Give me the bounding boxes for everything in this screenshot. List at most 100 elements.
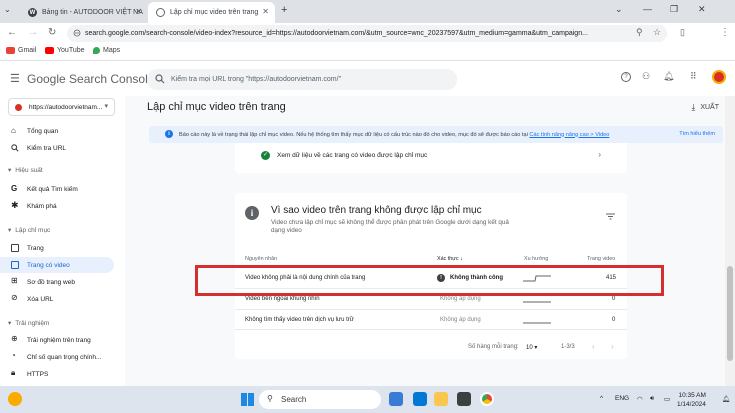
close-window-icon[interactable]: ✕ — [698, 4, 706, 15]
language-indicator[interactable]: ENG — [615, 395, 629, 402]
page-title: Lập chỉ mục video trên trang — [147, 101, 286, 113]
close-icon[interactable]: ✕ — [135, 7, 142, 16]
bookmark-gmail[interactable]: Gmail — [6, 47, 36, 54]
rows-per-page-label: Số hàng mỗi trang: — [468, 344, 519, 350]
property-selector[interactable]: https://autodoorvietnam... ▾ — [8, 98, 115, 116]
export-button[interactable]: ⤓ XUẤT — [691, 102, 719, 113]
sidebar-item-overview[interactable]: ⌂ Tổng quan — [0, 123, 114, 139]
table-row[interactable]: Không tìm thấy video trên dịch vụ lưu tr… — [235, 309, 627, 330]
app-icon[interactable] — [389, 392, 403, 406]
sidebar: https://autodoorvietnam... ▾ ⌂ Tổng quan… — [0, 96, 125, 386]
terminal-icon[interactable] — [457, 392, 471, 406]
sidebar-item-url-inspection[interactable]: Kiểm tra URL — [0, 140, 114, 156]
col-trend[interactable]: Xu hướng — [524, 256, 548, 262]
users-settings-icon[interactable]: ⚇ — [642, 71, 650, 82]
back-icon[interactable]: ← — [7, 27, 17, 38]
rows-per-page-select[interactable]: 10 ▾ — [526, 344, 537, 351]
gsc-logo[interactable]: Google Search Console — [27, 72, 154, 86]
section-experience[interactable]: ▾ Trải nghiệm — [8, 319, 49, 328]
close-icon[interactable]: ✕ — [262, 7, 269, 16]
sidebar-item-video-pages[interactable]: Trang có video — [0, 257, 114, 273]
sidebar-item-https[interactable]: 🔒︎ HTTPS — [0, 366, 114, 382]
battery-icon[interactable]: ▭ — [664, 395, 670, 403]
chevron-down-icon: ▾ — [8, 320, 12, 327]
wifi-icon[interactable]: ◠ — [637, 395, 643, 403]
bookmark-youtube[interactable]: YouTube — [45, 47, 85, 54]
filter-icon[interactable] — [606, 213, 615, 220]
menu-dots-icon[interactable]: ⋮ — [720, 27, 730, 38]
bookmarks-bar: Gmail YouTube Maps — [0, 44, 735, 61]
chevron-down-icon: ▾ — [8, 167, 12, 174]
notification-bell-icon[interactable]: 🔔︎ — [722, 395, 730, 403]
weather-widget-icon[interactable] — [8, 392, 22, 406]
restore-icon[interactable]: ❐ — [670, 4, 678, 15]
info-icon: i — [245, 206, 259, 220]
indexed-videos-card[interactable]: ✓ Xem dữ liệu về các trang có video được… — [235, 143, 627, 173]
tray-chevron-icon[interactable]: ^ — [600, 395, 603, 402]
learn-more-link[interactable]: Tìm hiểu thêm — [679, 131, 715, 137]
search-icon[interactable]: ⚲ — [636, 27, 643, 38]
prev-page-icon[interactable]: ‹ — [592, 342, 595, 351]
sidebar-item-page-experience[interactable]: ⊕ Trải nghiệm trên trang — [0, 332, 114, 348]
volume-icon[interactable]: 🔊︎ — [650, 395, 654, 403]
highlight-box — [195, 265, 664, 296]
taskbar-search[interactable]: ⚲ Search — [259, 390, 381, 409]
next-page-icon[interactable]: › — [611, 342, 614, 351]
dropdown-arrow-icon: ▾ — [104, 103, 108, 110]
bookmark-maps[interactable]: Maps — [93, 47, 120, 54]
col-videos[interactable]: Trang video — [587, 256, 615, 262]
help-icon[interactable]: ? — [621, 72, 631, 82]
info-link[interactable]: Các tính năng nâng cao > Video — [529, 132, 609, 138]
store-icon[interactable] — [413, 392, 427, 406]
chevron-down-icon[interactable]: ⌄ — [615, 4, 623, 15]
sitemap-icon: ⊞ — [11, 276, 18, 285]
notifications-icon[interactable]: 🔔︎ — [663, 71, 674, 82]
sidebar-item-core-web-vitals[interactable]: ◔ Chỉ số quan trọng chính... — [0, 349, 114, 365]
sidebar-item-pages[interactable]: Trang — [0, 240, 114, 256]
url-inspect-search[interactable]: Kiểm tra mọi URL trong "https://autodoor… — [147, 69, 457, 90]
sidebar-item-sitemaps[interactable]: ⊞ Sơ đồ trang web — [0, 274, 114, 290]
reload-icon[interactable]: ↻ — [48, 27, 56, 38]
section-performance[interactable]: ▾ Hiệu suất — [8, 166, 43, 175]
forward-icon[interactable]: → — [28, 27, 38, 38]
wordpress-icon: W — [28, 8, 37, 17]
tab-search-console[interactable]: Lập chỉ mục video trên trang ✕ — [148, 2, 275, 23]
globe-icon — [15, 104, 22, 111]
main-content: Lập chỉ mục video trên trang ⤓ XUẤT i Bá… — [125, 96, 725, 386]
card-title: Vì sao video trên trang không được lập c… — [271, 205, 482, 216]
search-placeholder: Kiểm tra mọi URL trong "https://autodoor… — [171, 76, 342, 83]
asterisk-icon: ✱ — [11, 200, 19, 210]
windows-start-icon[interactable] — [241, 393, 254, 406]
address-bar[interactable]: search.google.com/search-console/video-i… — [67, 25, 667, 42]
chevron-down-icon: ▾ — [8, 227, 12, 234]
section-indexing[interactable]: ▾ Lập chỉ mục — [8, 226, 50, 235]
new-tab-icon[interactable]: + — [281, 4, 287, 16]
sidebar-item-search-results[interactable]: G Kết quả Tìm kiếm — [0, 181, 114, 197]
account-avatar[interactable] — [712, 70, 726, 84]
file-explorer-icon[interactable] — [434, 392, 448, 406]
bookmark-star-icon[interactable]: ☆ — [653, 27, 661, 38]
clock[interactable]: 10:35 AM 1/14/2024 — [677, 391, 706, 409]
indexed-videos-text: Xem dữ liệu về các trang có video được l… — [277, 152, 428, 159]
sidebar-item-discover[interactable]: ✱ Khám phá — [0, 198, 114, 214]
tab-autodoor[interactable]: W Bảng tin - AUTODOOR VIỆT NA ✕ — [20, 2, 148, 23]
search-icon — [155, 74, 165, 84]
page-scrollbar[interactable] — [725, 96, 735, 386]
hamburger-menu-icon[interactable]: ☰ — [10, 72, 20, 85]
col-validation[interactable]: Xác thực ↓ — [437, 256, 463, 262]
page-experience-icon: ⊕ — [11, 334, 18, 343]
apps-icon[interactable]: ⠿ — [690, 71, 697, 82]
scrollbar-thumb[interactable] — [727, 266, 733, 361]
site-info-icon[interactable] — [73, 29, 81, 37]
sidepanel-icon[interactable]: ▯ — [680, 27, 685, 38]
gmail-icon — [6, 47, 15, 54]
col-reason[interactable]: Nguyên nhân — [245, 256, 277, 262]
sidebar-item-removals[interactable]: ⊘ Xóa URL — [0, 291, 114, 307]
page-range: 1-3/3 — [561, 344, 575, 350]
chrome-icon[interactable] — [480, 392, 494, 406]
minimize-icon[interactable]: — — [643, 4, 652, 14]
windows-taskbar: ⚲ Search ^ ENG ◠ 🔊︎ ▭ 10:35 AM 1/14/2024… — [0, 386, 735, 413]
tab-list-icon[interactable]: ⌄ — [4, 5, 11, 14]
gauge-icon: ◔ — [11, 351, 16, 360]
google-g-icon: G — [11, 184, 18, 193]
